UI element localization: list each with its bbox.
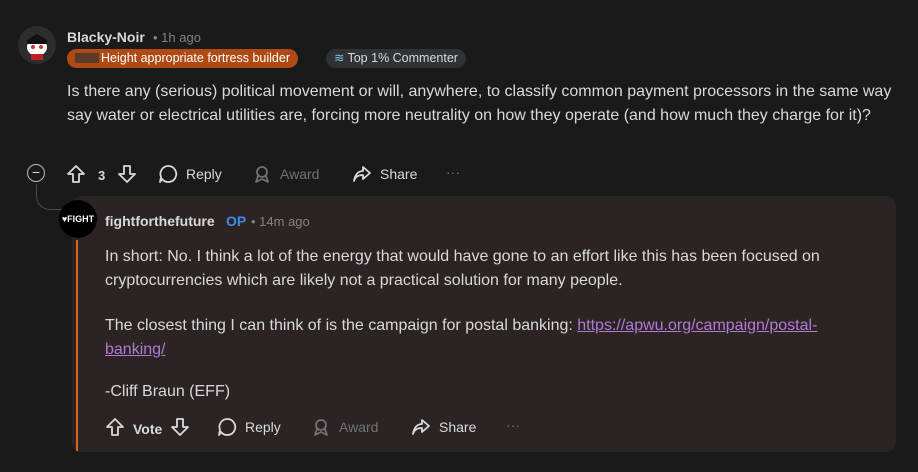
collapse-thread-button[interactable]: − xyxy=(27,164,45,182)
reply-label: Reply xyxy=(245,419,281,435)
reply-paragraph: In short: No. I think a lot of the energ… xyxy=(105,248,820,289)
more-options-button[interactable]: ··· xyxy=(506,417,520,433)
more-options-icon: ··· xyxy=(506,417,520,433)
user-flair-label: Height appropriate fortress builder xyxy=(101,51,290,65)
share-icon xyxy=(353,166,371,182)
op-highlight-bar xyxy=(76,240,78,451)
more-options-button[interactable]: ··· xyxy=(446,164,460,180)
fight-logo-icon: ♥FIGHT xyxy=(61,214,95,224)
upvote-icon xyxy=(106,418,124,436)
upvote-button[interactable] xyxy=(66,164,86,187)
commenter-badge-label: Top 1% Commenter xyxy=(347,51,458,65)
reply-label: Reply xyxy=(186,166,222,182)
avatar[interactable] xyxy=(18,26,56,64)
downvote-icon xyxy=(118,165,137,183)
reply-button[interactable]: Reply xyxy=(158,164,222,184)
upvote-button[interactable] xyxy=(105,417,125,440)
avatar[interactable]: ♥FIGHT xyxy=(59,200,97,238)
snoo-avatar-icon xyxy=(18,26,56,64)
share-label: Share xyxy=(439,419,477,435)
reply-author[interactable]: fightforthefuture xyxy=(105,213,215,229)
share-icon xyxy=(412,419,430,435)
comment-icon xyxy=(218,418,237,436)
comment-body: Is there any (serious) political movemen… xyxy=(67,83,892,124)
award-button[interactable]: Award xyxy=(252,164,319,184)
downvote-button[interactable] xyxy=(170,417,190,440)
reply-signature: -Cliff Braun (EFF) xyxy=(105,383,231,400)
flag-icon xyxy=(75,53,99,63)
reply-paragraph: The closest thing I can think of is the … xyxy=(105,314,875,362)
comment-icon xyxy=(159,165,178,183)
share-button[interactable]: Share xyxy=(411,417,476,437)
comment-timestamp: • 1h ago xyxy=(153,30,201,45)
award-label: Award xyxy=(339,419,379,435)
commenter-badge[interactable]: ≋ Top 1% Commenter xyxy=(326,49,466,68)
user-flair: Height appropriate fortress builder xyxy=(67,49,298,68)
commenter-badge-icon: ≋ xyxy=(334,51,345,65)
downvote-icon xyxy=(171,418,190,436)
award-icon xyxy=(255,166,269,183)
share-button[interactable]: Share xyxy=(352,164,417,184)
more-options-icon: ··· xyxy=(446,164,460,180)
downvote-button[interactable] xyxy=(117,164,137,187)
op-badge: OP xyxy=(226,213,247,229)
award-button[interactable]: Award xyxy=(311,417,378,437)
upvote-icon xyxy=(67,165,85,183)
reply-paragraph-text: The closest thing I can think of is the … xyxy=(105,317,578,334)
reply-timestamp: • 14m ago xyxy=(251,214,310,229)
vote-controls: Vote xyxy=(105,417,190,440)
vote-label: Vote xyxy=(133,420,163,437)
vote-count: 3 xyxy=(98,168,106,183)
comment-author[interactable]: Blacky-Noir xyxy=(67,29,145,45)
reply-button[interactable]: Reply xyxy=(217,417,281,437)
thread-line[interactable] xyxy=(36,184,62,210)
share-label: Share xyxy=(380,166,418,182)
vote-controls: 3 xyxy=(66,164,137,187)
award-icon xyxy=(314,419,328,436)
award-label: Award xyxy=(280,166,320,182)
